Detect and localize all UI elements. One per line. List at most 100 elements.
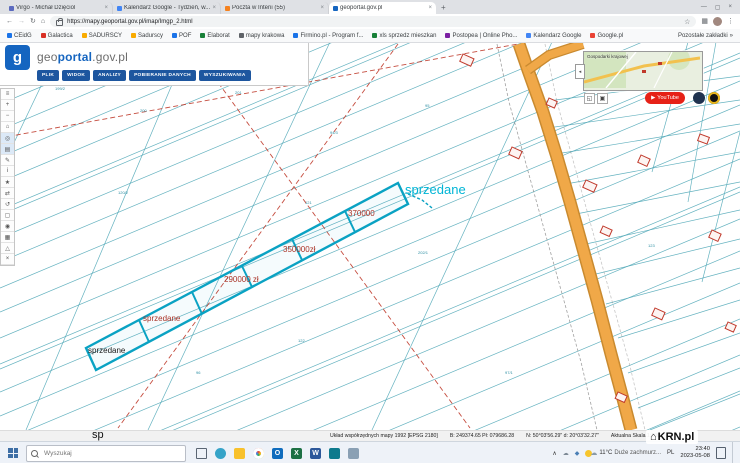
tab-calendar[interactable]: Kalendarz Google - Tydzień, w... × [113, 2, 221, 14]
bookmark-item[interactable]: Google.pl [590, 33, 623, 39]
grid-icon[interactable]: ▦ [1, 232, 14, 243]
tab-close-icon[interactable]: × [428, 5, 432, 11]
tab-geoportal-active[interactable]: geoportal.gov.pl × [329, 2, 436, 14]
minimize-button[interactable]: — [701, 4, 707, 11]
language-indicator[interactable]: PL [667, 450, 674, 456]
bookmark-favicon [445, 33, 450, 38]
layers-icon[interactable]: ▤ [1, 144, 14, 155]
menu-pobieranie-danych[interactable]: POBIERANIE DANYCH [129, 70, 196, 81]
tab-close-icon[interactable]: × [320, 5, 324, 11]
onedrive-icon[interactable]: ☁ [563, 450, 569, 457]
bookmark-favicon [41, 33, 46, 38]
browser-menu-icon[interactable]: ⋮ [727, 18, 734, 25]
youtube-button[interactable]: ▶YouTube [645, 92, 685, 104]
bookmark-star-icon[interactable]: ☆ [684, 18, 690, 26]
widget-circle-dark[interactable] [693, 92, 705, 104]
widget-circle-yellow[interactable] [708, 92, 720, 104]
tab-close-icon[interactable]: × [212, 5, 216, 11]
close-button[interactable]: × [728, 4, 732, 11]
profile-avatar[interactable] [713, 17, 722, 26]
measure-icon[interactable]: △ [1, 243, 14, 254]
swap-icon[interactable]: ⇄ [1, 188, 14, 199]
info-icon[interactable]: i [1, 166, 14, 177]
bookmark-item[interactable]: mapy krakowa [239, 33, 285, 39]
bookmark-item[interactable]: Kalendarz Google [526, 33, 581, 39]
notepad-icon[interactable] [344, 442, 363, 463]
bookmark-item[interactable]: Sadurscy [131, 33, 163, 39]
annotation-sold-teal: sprzedane [405, 182, 466, 197]
show-desktop-button[interactable] [732, 442, 736, 463]
refresh-icon[interactable]: ↻ [30, 18, 36, 25]
home-extent-icon[interactable]: ⌂ [1, 122, 14, 133]
notification-center-icon[interactable] [716, 447, 726, 459]
bookmark-favicon [82, 33, 87, 38]
highlight-strip[interactable] [86, 183, 432, 370]
outlook-icon[interactable]: O [268, 442, 287, 463]
photos-icon[interactable] [325, 442, 344, 463]
weather-temp: 11°C [599, 450, 612, 456]
edge-icon[interactable] [211, 442, 230, 463]
bookmarks-bar: CEidG Galactica SADURSCY Sadurscy POF El… [0, 29, 740, 43]
favorites-icon[interactable]: ★ [1, 177, 14, 188]
bookmark-item[interactable]: CEidG [7, 33, 32, 39]
menu-analizy[interactable]: ANALIZY [93, 70, 126, 81]
tab-title: Kalendarz Google - Tydzień, w... [124, 5, 210, 11]
xy-coordinates: B: 249374.65 Pł: 079686.28 [450, 433, 514, 439]
url-field[interactable]: https://mapy.geoportal.gov.pl/imap/Imgp_… [50, 16, 696, 27]
map-canvas[interactable]: 199/2 200 201 94/3 95 120/2 121 202/1 96… [0, 42, 740, 430]
extensions-icon[interactable]: ▦ [701, 18, 708, 25]
menu-widok[interactable]: WIDOK [62, 70, 90, 81]
tab-close-icon[interactable]: × [104, 5, 108, 11]
search-input[interactable] [42, 449, 181, 458]
point-icon[interactable]: ◉ [1, 221, 14, 232]
bookmark-item[interactable]: Galactica [41, 33, 73, 39]
geoportal-brand: geoportal.gov.pl [37, 50, 128, 64]
draw-icon[interactable]: ✎ [1, 155, 14, 166]
taskbar-clock[interactable]: 23:40 2023-05-08 [680, 446, 710, 460]
home-icon[interactable]: ⌂ [41, 18, 45, 25]
excel-icon[interactable]: X [287, 442, 306, 463]
taskbar-search[interactable] [26, 445, 186, 462]
zoom-in-icon[interactable]: + [1, 100, 14, 111]
annotation-price-290000: 290000 zł [224, 275, 259, 284]
svg-text:200: 200 [140, 108, 147, 113]
bookmark-item[interactable]: Postopea | Online Pho... [445, 33, 517, 39]
boundary-dashed-lines [0, 44, 518, 428]
play-icon: ▶ [651, 95, 655, 101]
task-view-button[interactable] [192, 442, 211, 463]
file-explorer-icon[interactable] [230, 442, 249, 463]
annotation-price-350000: 350000zł [283, 245, 315, 254]
forward-icon[interactable]: → [18, 18, 25, 25]
svg-text:201: 201 [235, 90, 242, 95]
back-icon[interactable]: ← [6, 18, 13, 25]
menu-plik[interactable]: PLIK [37, 70, 59, 81]
fullscreen-icon[interactable]: ◱ [584, 93, 595, 104]
undo-icon[interactable]: ↺ [1, 199, 14, 210]
geoportal-logo[interactable]: g [5, 45, 30, 70]
maximize-button[interactable]: ▢ [715, 4, 721, 11]
scale-tool-icon[interactable]: ▣ [597, 93, 608, 104]
weather-widget[interactable]: ☁ 11°C Duże zachmurz... [585, 449, 661, 457]
bookmark-item[interactable]: SADURSCY [82, 33, 122, 39]
menu-wyszukiwania[interactable]: WYSZUKIWANIA [199, 70, 251, 81]
target-icon[interactable]: ◎ [1, 133, 14, 144]
security-icon[interactable]: ◆ [575, 450, 580, 457]
bookmark-item[interactable]: xls sprzedz mieszkan [372, 33, 436, 39]
start-button[interactable] [0, 442, 26, 463]
clear-icon[interactable]: × [1, 254, 14, 265]
other-bookmarks-button[interactable]: Pozostałe zakładki» [678, 33, 733, 39]
tray-expand-icon[interactable]: ∧ [552, 450, 556, 457]
chrome-icon[interactable] [249, 442, 268, 463]
bookmark-item[interactable]: Elaborat [200, 33, 229, 39]
menu-icon[interactable]: ≡ [1, 89, 14, 100]
tab-poczta[interactable]: Poczta w Interii (55) × [221, 2, 329, 14]
word-icon[interactable]: W [306, 442, 325, 463]
bookmark-item[interactable]: POF [172, 33, 191, 39]
select-area-icon[interactable]: ▢ [1, 210, 14, 221]
bookmark-item[interactable]: Firmino.pl - Program f... [293, 33, 363, 39]
minimap-collapse-icon[interactable]: ◂ [575, 64, 585, 79]
zoom-out-icon[interactable]: − [1, 111, 14, 122]
tab-virgo[interactable]: Virgo - Michał Dzięciol × [5, 2, 113, 14]
new-tab-button[interactable]: + [441, 4, 446, 12]
overview-minimap[interactable]: Gospodarki krajowej ◂ [583, 51, 703, 91]
